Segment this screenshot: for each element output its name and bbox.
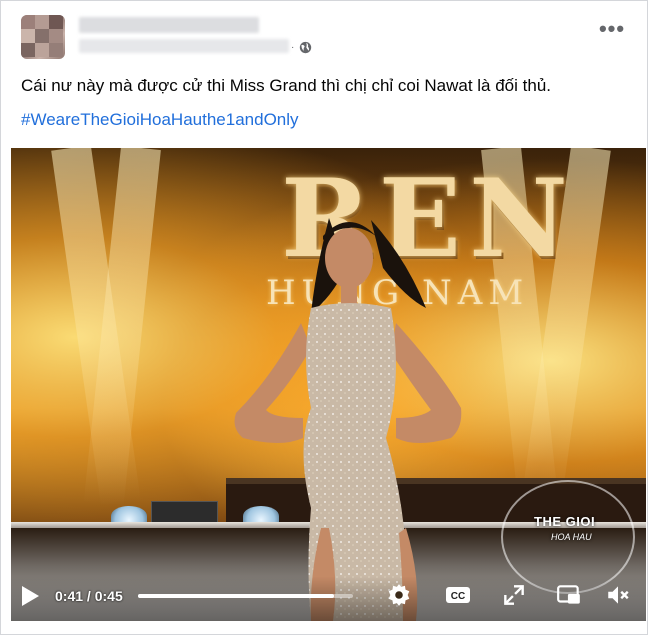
author-avatar[interactable] <box>21 15 65 59</box>
volume-muted-icon[interactable] <box>605 582 631 608</box>
progress-fill <box>138 594 334 598</box>
cc-icon[interactable]: CC <box>445 582 471 608</box>
post-meta-redacted <box>79 39 289 53</box>
post-body-text: Cái nư này mà được cử thi Miss Grand thì… <box>21 76 551 95</box>
watermark-subtext: HOA HAU <box>551 532 592 542</box>
video-player[interactable]: REN HƯNG NAM THE GIOI HOA HAU 0:41 / 0:4… <box>11 148 646 621</box>
svg-text:CC: CC <box>451 591 465 602</box>
video-time: 0:41 / 0:45 <box>55 588 123 604</box>
hashtag-link[interactable]: #WeareTheGioiHoaHauthe1andOnly <box>21 110 299 130</box>
globe-icon[interactable] <box>299 41 312 54</box>
time-separator: / <box>83 588 95 604</box>
post-card: · ••• Cái nư này mà được cử thi Miss Gra… <box>0 0 648 635</box>
author-name-redacted[interactable] <box>79 17 259 33</box>
fullscreen-icon[interactable] <box>501 582 527 608</box>
more-options-button[interactable]: ••• <box>597 18 627 43</box>
settings-icon[interactable] <box>386 582 412 608</box>
progress-bar[interactable] <box>138 594 353 598</box>
play-icon[interactable] <box>19 584 41 608</box>
watermark-text: THE GIOI <box>534 514 596 529</box>
pip-icon[interactable] <box>556 582 582 608</box>
meta-separator: · <box>291 42 295 53</box>
time-current: 0:41 <box>55 588 84 604</box>
time-total: 0:45 <box>94 588 123 604</box>
